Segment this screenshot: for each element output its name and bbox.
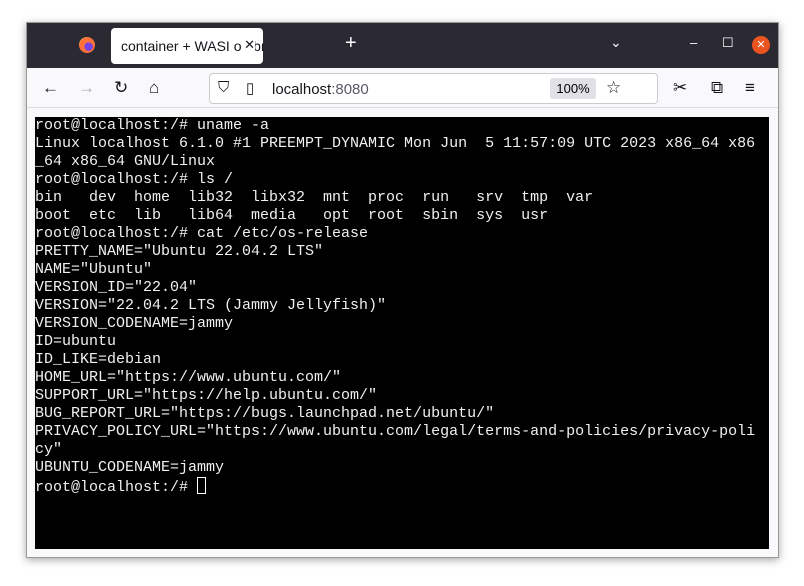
firefox-icon[interactable] (79, 37, 95, 53)
url-port: :8080 (331, 81, 369, 98)
terminal-line: UBUNTU_CODENAME=jammy (35, 459, 225, 476)
terminal-line: BUG_REPORT_URL="https://bugs.launchpad.n… (35, 405, 495, 422)
terminal-line: ID=ubuntu (35, 333, 117, 350)
tab-active[interactable]: container + WASI on browser ✕ (111, 28, 263, 64)
terminal-line: Linux localhost 6.1.0 #1 PREEMPT_DYNAMIC… (35, 135, 756, 152)
maximize-icon[interactable]: ☐ (722, 35, 734, 51)
terminal-cursor (197, 477, 207, 494)
terminal-line: PRIVACY_POLICY_URL="https://www.ubuntu.c… (35, 423, 756, 440)
chevron-down-icon[interactable]: ⌄ (610, 34, 622, 51)
menu-icon[interactable]: ≡ (745, 78, 755, 98)
back-icon[interactable]: ← (42, 78, 59, 98)
url-bar[interactable]: ⛉ ▯ localhost:8080 100% ☆ (209, 73, 658, 104)
minimize-icon[interactable]: – (690, 35, 697, 50)
terminal-line: root@localhost:/# cat /etc/os-release (35, 225, 369, 242)
reload-icon[interactable]: ↻ (114, 78, 128, 98)
zoom-level-button[interactable]: 100% (550, 78, 596, 99)
new-tab-icon[interactable]: + (345, 32, 357, 55)
home-icon[interactable]: ⌂ (149, 78, 159, 98)
terminal-line: VERSION="22.04.2 LTS (Jammy Jellyfish)" (35, 297, 387, 314)
tab-bar: container + WASI on browser ✕ + ⌄ – ☐ ✕ (27, 23, 778, 68)
terminal-line: cy" (35, 441, 63, 458)
terminal-prompt: root@localhost:/# (35, 479, 198, 496)
terminal-line: VERSION_ID="22.04" (35, 279, 198, 296)
terminal-line: HOME_URL="https://www.ubuntu.com/" (35, 369, 342, 386)
screenshot-icon[interactable]: ✂ (673, 78, 687, 98)
shield-icon[interactable]: ⛉ (218, 79, 229, 96)
url-host: localhost (272, 81, 332, 98)
terminal-line: SUPPORT_URL="https://help.ubuntu.com/" (35, 387, 378, 404)
forward-icon[interactable]: → (78, 78, 95, 98)
terminal-line: bin dev home lib32 libx32 mnt proc run s… (35, 189, 594, 206)
terminal-line: VERSION_CODENAME=jammy (35, 315, 234, 332)
terminal-line: root@localhost:/# uname -a (35, 117, 270, 134)
nav-bar: ← → ↻ ⌂ ⛉ ▯ localhost:8080 100% ☆ ✂ ⧉ ≡ (27, 68, 778, 108)
browser-window: container + WASI on browser ✕ + ⌄ – ☐ ✕ … (26, 22, 779, 558)
terminal-line: boot etc lib lib64 media opt root sbin s… (35, 207, 549, 224)
terminal-line: PRETTY_NAME="Ubuntu 22.04.2 LTS" (35, 243, 324, 260)
terminal-line: NAME="Ubuntu" (35, 261, 153, 278)
terminal-line: ID_LIKE=debian (35, 351, 162, 368)
terminal[interactable]: root@localhost:/# uname -a Linux localhos… (35, 117, 769, 549)
bookmark-star-icon[interactable]: ☆ (606, 78, 621, 98)
terminal-line: root@localhost:/# ls / (35, 171, 234, 188)
terminal-output: root@localhost:/# uname -a Linux localhos… (35, 117, 769, 477)
close-tab-icon[interactable]: ✕ (241, 37, 255, 53)
page-icon: ▯ (246, 80, 255, 97)
terminal-line: _64 x86_64 GNU/Linux (35, 153, 216, 170)
close-window-icon[interactable]: ✕ (752, 36, 770, 54)
extensions-icon[interactable]: ⧉ (711, 78, 723, 98)
